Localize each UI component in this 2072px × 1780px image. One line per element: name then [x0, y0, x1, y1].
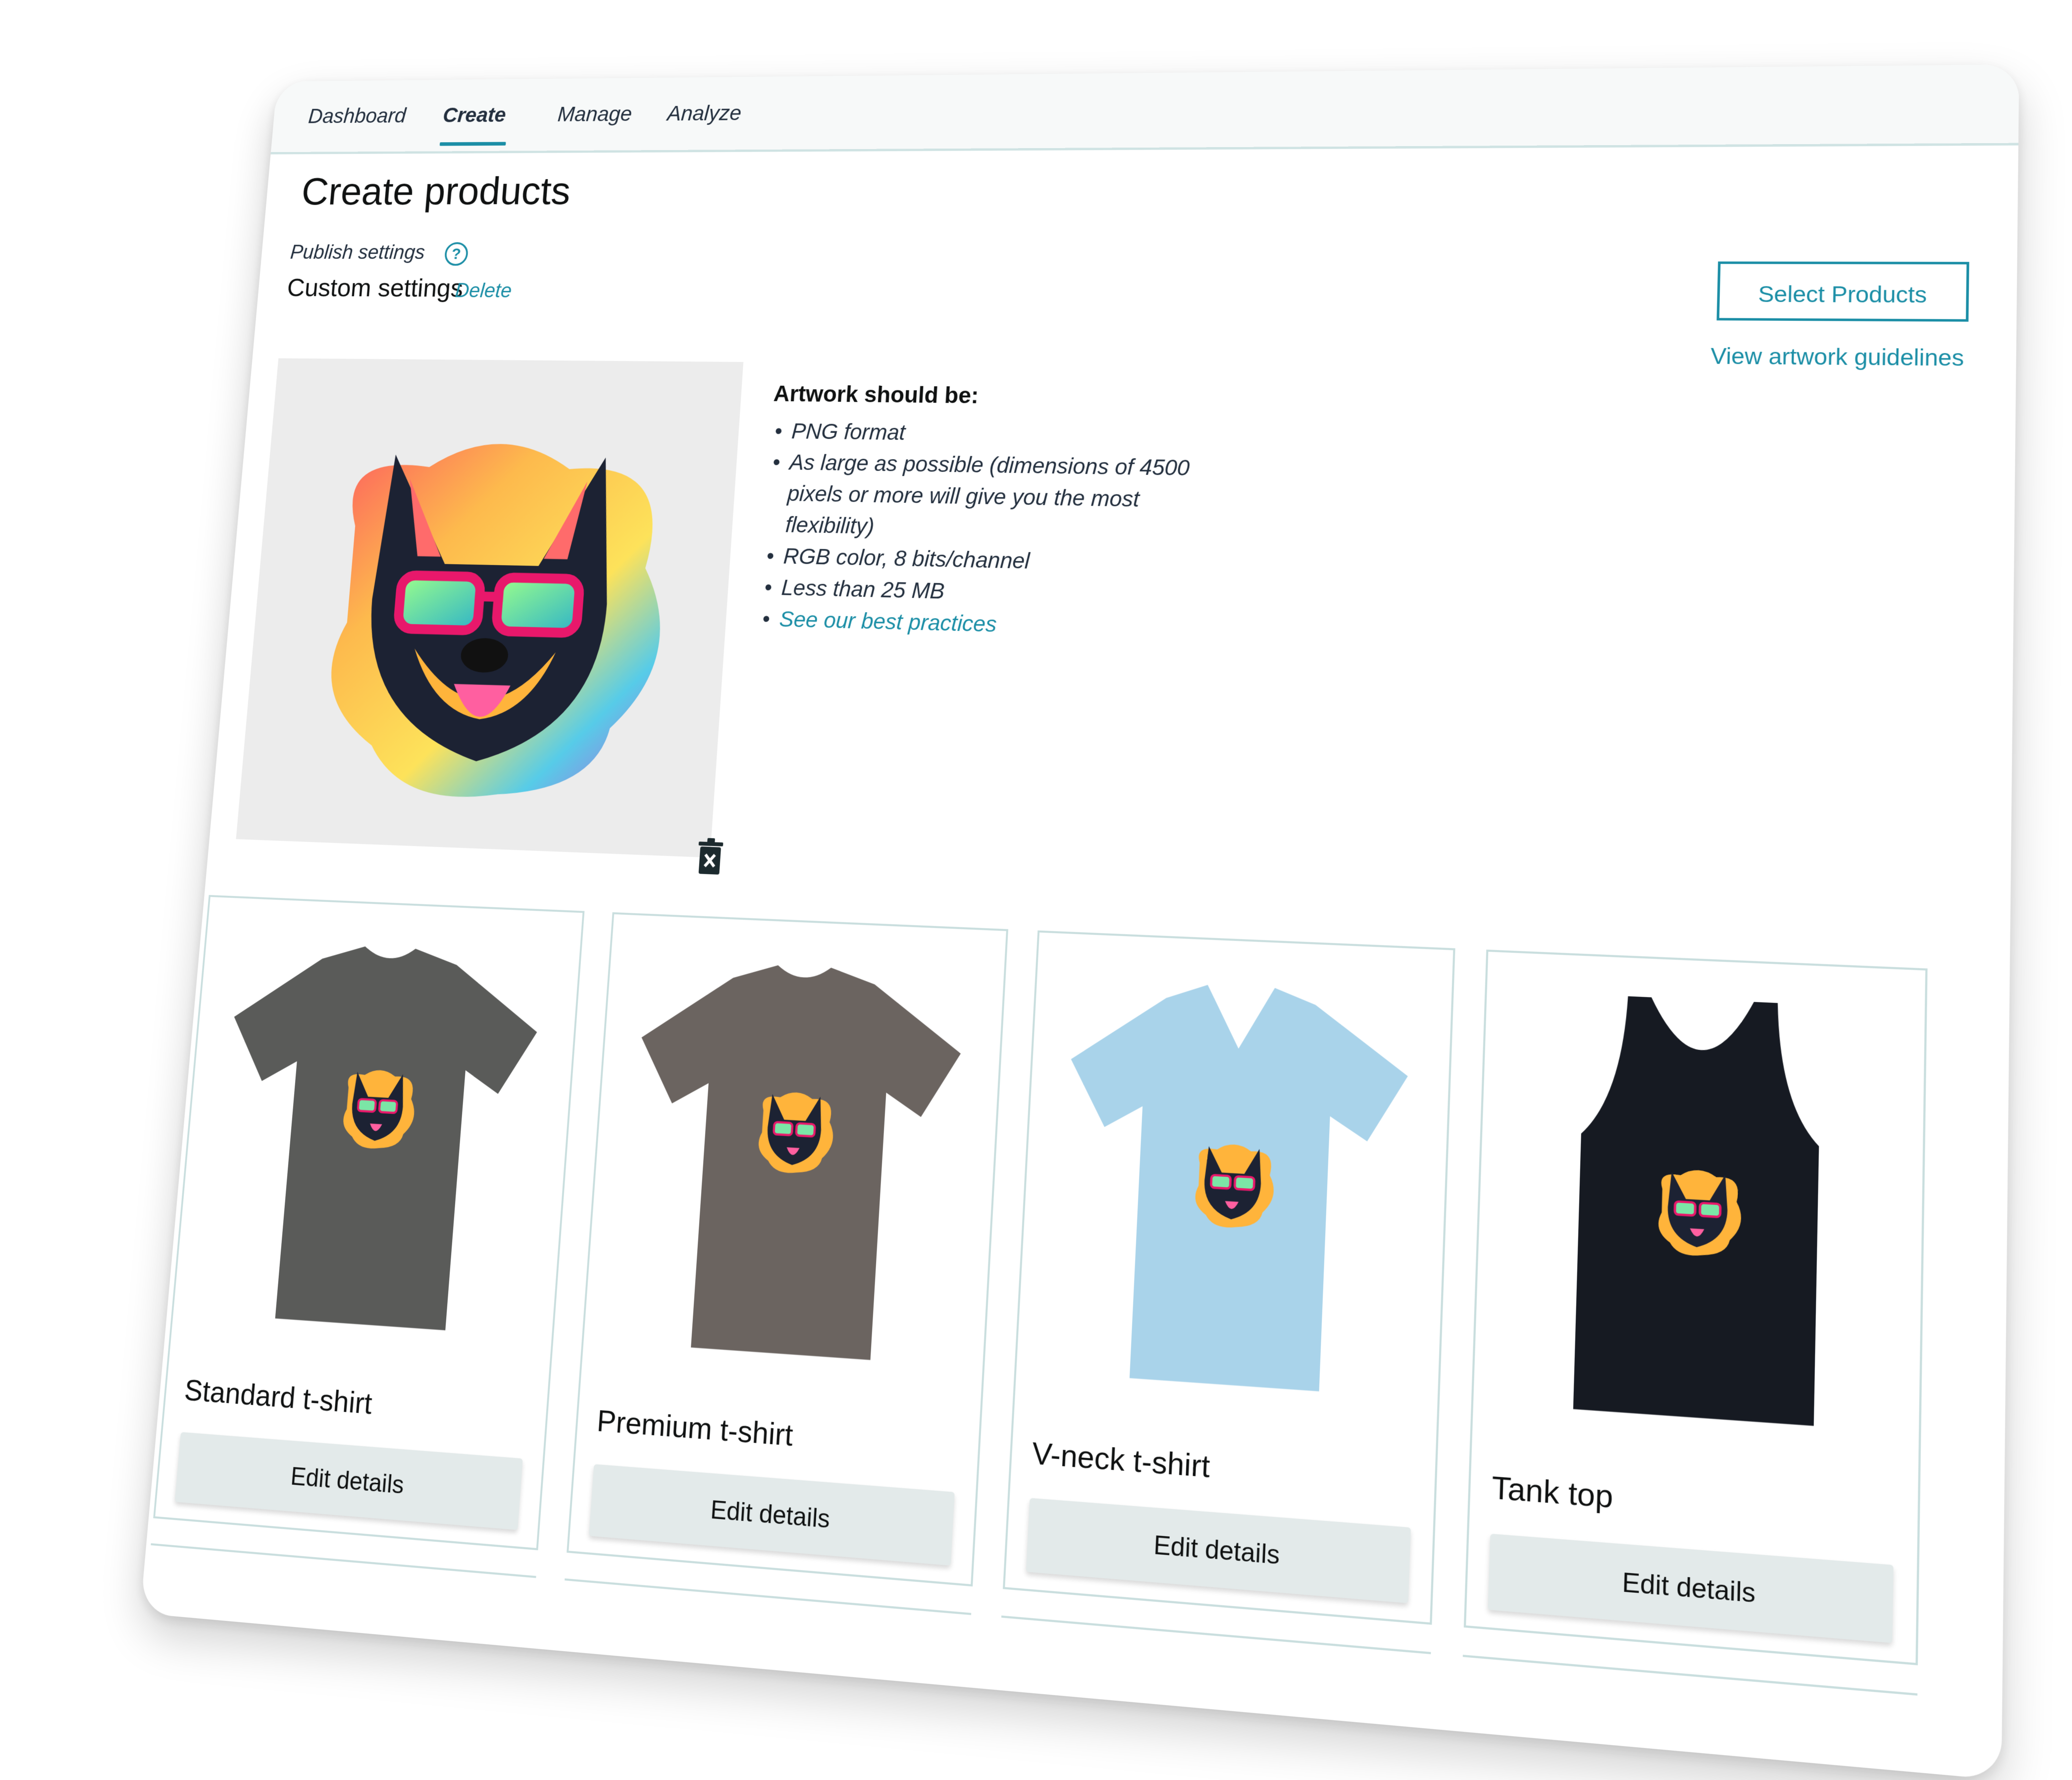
tab-dashboard[interactable]: Dashboard: [308, 103, 407, 128]
artwork-requirements: Artwork should be: PNG format As large a…: [758, 381, 1202, 645]
view-artwork-guidelines-link[interactable]: View artwork guidelines: [1710, 343, 1965, 371]
app-window: Dashboard Create Manage Analyze Create p…: [140, 64, 2020, 1780]
requirements-list: PNG format As large as possible (dimensi…: [758, 415, 1200, 645]
product-card-vneck: V-neck t-shirt Edit details: [1002, 930, 1455, 1625]
product-image: [620, 959, 966, 1365]
product-card-tank: Tank top Edit details: [1463, 949, 1928, 1666]
tab-bar: Dashboard Create Manage Analyze: [270, 64, 2020, 155]
page-title: Create products: [300, 169, 572, 213]
product-name: V-neck t-shirt: [1031, 1435, 1211, 1484]
product-name: Standard t-shirt: [183, 1373, 373, 1421]
product-name: Premium t-shirt: [596, 1403, 794, 1453]
screenshot-stage: Dashboard Create Manage Analyze Create p…: [0, 0, 2072, 1780]
edit-details-button[interactable]: Edit details: [1488, 1533, 1894, 1643]
next-row-card-edge: [1000, 1615, 1431, 1676]
edit-details-button[interactable]: Edit details: [589, 1464, 955, 1566]
help-icon[interactable]: ?: [444, 242, 469, 266]
trash-icon[interactable]: [695, 838, 725, 876]
product-name: Tank top: [1491, 1469, 1614, 1515]
artwork-preview: [236, 358, 744, 858]
active-tab-indicator: [439, 142, 506, 146]
product-image: [1055, 979, 1411, 1397]
product-card-standard: Standard t-shirt Edit details: [153, 895, 585, 1551]
requirements-title: Artwork should be:: [773, 381, 980, 409]
tab-manage[interactable]: Manage: [557, 102, 633, 126]
delete-settings-link[interactable]: Delete: [454, 279, 513, 302]
next-row-card-edge: [149, 1543, 536, 1599]
product-image: [1573, 994, 1822, 1426]
next-row-card-edge: [563, 1578, 972, 1636]
next-row-card-edge: [1462, 1655, 1917, 1719]
select-products-button[interactable]: Select Products: [1716, 261, 1969, 322]
product-image: [208, 941, 543, 1335]
edit-details-button[interactable]: Edit details: [1026, 1498, 1411, 1604]
tab-create[interactable]: Create: [442, 103, 507, 127]
product-grid: Standard t-shirt Edit details Premium t-…: [148, 895, 2010, 1719]
settings-name: Custom settings: [286, 273, 465, 303]
dog-artwork-image: [321, 442, 673, 804]
edit-details-button[interactable]: Edit details: [174, 1432, 523, 1530]
publish-settings-label: Publish settings: [289, 241, 426, 263]
requirement-item: As large as possible (dimensions of 4500…: [764, 446, 1199, 548]
product-card-premium: Premium t-shirt Edit details: [567, 912, 1008, 1587]
requirement-item: PNG format: [770, 415, 1200, 452]
best-practices-link[interactable]: See our best practices: [778, 606, 997, 636]
tab-analyze[interactable]: Analyze: [667, 101, 742, 126]
